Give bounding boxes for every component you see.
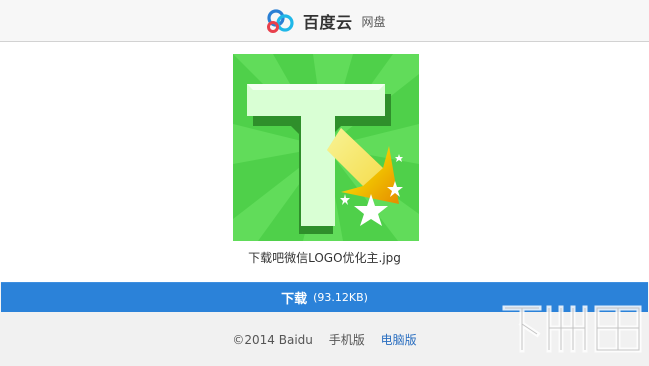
desktop-version-link[interactable]: 电脑版 — [381, 333, 417, 347]
footer: ©2014 Baidu 手机版 电脑版 — [0, 312, 649, 366]
app-logo-image — [233, 54, 419, 241]
download-label: 下载 — [281, 292, 308, 307]
download-button[interactable]: 下载 (93.12KB) — [1, 282, 648, 312]
footer-links: ©2014 Baidu 手机版 电脑版 — [0, 331, 649, 348]
header: 百度云 网盘 — [0, 0, 649, 42]
share-page: 百度云 网盘 下载吧微信LOGO优化主.jpg 下载 (93.12KB) ©20… — [0, 0, 649, 366]
copyright-text: ©2014 Baidu — [232, 333, 313, 347]
file-name: 下载吧微信LOGO优化主.jpg — [248, 251, 401, 265]
cloud-logo-icon — [267, 9, 294, 33]
baidu-yun-logo[interactable]: 百度云 网盘 — [265, 7, 386, 35]
file-preview-area: 下载吧微信LOGO优化主.jpg — [0, 42, 649, 282]
file-size: (93.12KB) — [313, 291, 368, 304]
brand-name: 百度云 — [303, 13, 353, 32]
mobile-version-link[interactable]: 手机版 — [329, 333, 365, 347]
file-thumbnail[interactable] — [233, 54, 419, 241]
product-name: 网盘 — [361, 14, 386, 29]
